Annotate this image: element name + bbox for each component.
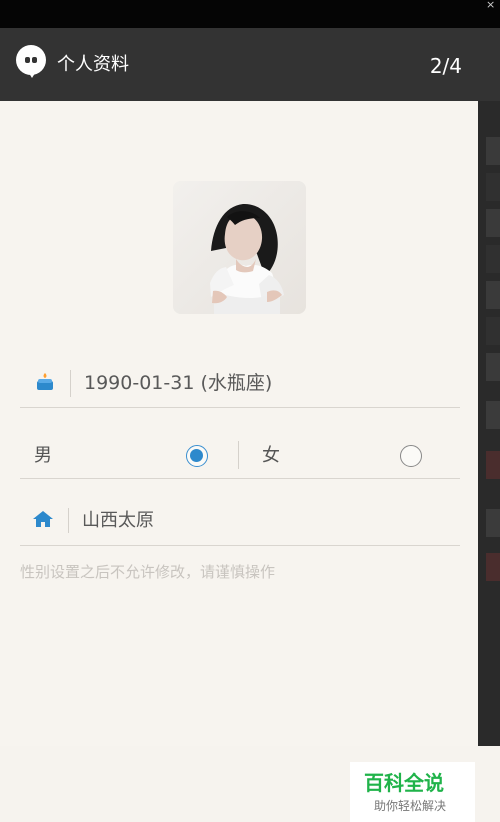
location-row[interactable]: 山西太原	[20, 493, 460, 546]
chat-bubble-icon	[16, 45, 46, 78]
gender-row: 男 女	[20, 424, 460, 479]
page-indicator: 2/4	[429, 54, 462, 78]
male-radio[interactable]	[186, 445, 208, 467]
top-app-bar: 个人资料 2/4	[0, 28, 500, 101]
birthday-value: 1990-01-31 (水瓶座)	[84, 372, 273, 394]
birthday-divider	[70, 370, 71, 397]
female-label: 女	[262, 445, 280, 466]
birthday-row[interactable]: 1990-01-31 (水瓶座)	[20, 347, 460, 408]
location-divider	[68, 508, 69, 533]
profile-photo-icon	[173, 181, 306, 314]
location-value: 山西太原	[82, 510, 154, 531]
page-title: 个人资料	[57, 54, 129, 75]
gender-warning-text: 性别设置之后不允许修改，请谨慎操作	[20, 563, 276, 581]
avatar[interactable]	[173, 181, 306, 314]
watermark-title: 百科全说	[364, 771, 444, 795]
birthday-cake-icon	[37, 373, 53, 390]
male-label: 男	[34, 445, 52, 466]
watermark-subtitle: 助你轻松解决	[374, 799, 447, 813]
gender-divider	[238, 441, 239, 469]
watermark-badge: 百科全说 助你轻松解决	[350, 762, 475, 822]
home-icon	[33, 511, 53, 527]
status-corner-mark: ×	[486, 0, 496, 11]
background-window-details	[478, 101, 500, 746]
profile-panel: 1990-01-31 (水瓶座) 男 女 山西太原 性别设置之后不允许修改，请谨…	[0, 101, 478, 822]
status-bar: ×	[0, 0, 500, 28]
female-radio[interactable]	[400, 445, 422, 467]
